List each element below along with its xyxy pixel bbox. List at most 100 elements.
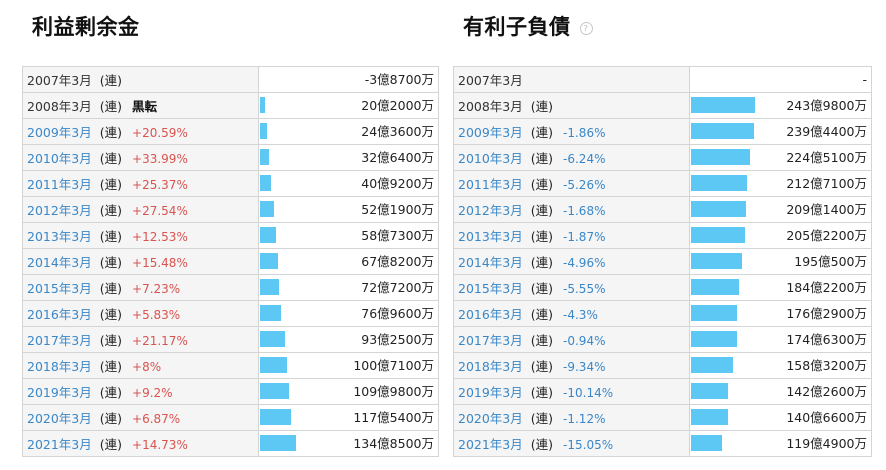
period-label[interactable]: 2015年3月 [458,281,523,296]
change-rate: -5.26% [563,178,606,192]
period-label[interactable]: 2012年3月 [458,203,523,218]
period-cell: 2010年3月 (連) -6.24% [453,144,690,171]
value-cell: 52億1900万 [258,196,439,223]
value-amount: 243億9800万 [786,98,867,113]
consolidated-label: (連) [530,125,554,140]
period-label[interactable]: 2019年3月 [27,385,92,400]
change-rate: -15.05% [563,438,614,452]
value-amount: 76億9600万 [361,306,434,321]
value-bar [691,123,754,139]
value-cell: 32億6400万 [258,144,439,171]
table-row: 2019年3月 (連) -10.14% 142億2600万 [453,378,872,405]
period-cell: 2019年3月 (連) +9.2% [22,378,259,405]
period-label[interactable]: 2013年3月 [27,229,92,244]
period-cell: 2020年3月 (連) -1.12% [453,404,690,431]
period-cell: 2011年3月 (連) +25.37% [22,170,259,197]
value-amount: 140億6600万 [786,410,867,425]
value-amount: 100億7100万 [353,358,434,373]
value-bar [691,331,737,347]
consolidated-label: (連) [99,281,123,296]
table-row: 2020年3月 (連) -1.12% 140億6600万 [453,404,872,431]
value-cell: -3億8700万 [258,66,439,93]
value-amount: 93億2500万 [361,332,434,347]
table-row: 2014年3月 (連) +15.48% 67億8200万 [22,248,439,275]
value-amount: 20億2000万 [361,98,434,113]
change-rate: +20.59% [132,126,188,140]
value-cell: 100億7100万 [258,352,439,379]
period-label[interactable]: 2010年3月 [458,151,523,166]
change-rate: -0.94% [563,334,606,348]
value-cell: 205億2200万 [689,222,872,249]
value-cell: 72億7200万 [258,274,439,301]
table-row: 2012年3月 (連) -1.68% 209億1400万 [453,196,872,223]
period-cell: 2008年3月 (連) [453,92,690,119]
value-bar [260,149,269,165]
value-bar [691,97,755,113]
period-label[interactable]: 2021年3月 [27,437,92,452]
period-label[interactable]: 2021年3月 [458,437,523,452]
value-cell: 20億2000万 [258,92,439,119]
value-amount: 109億9800万 [353,384,434,399]
value-amount: 224億5100万 [786,150,867,165]
consolidated-label: (連) [530,307,554,322]
table-row: 2008年3月 (連) 黒転 20億2000万 [22,92,439,119]
period-label[interactable]: 2009年3月 [458,125,523,140]
value-cell: 40億9200万 [258,170,439,197]
value-amount: 72億7200万 [361,280,434,295]
table-row: 2018年3月 (連) -9.34% 158億3200万 [453,352,872,379]
period-label[interactable]: 2018年3月 [27,359,92,374]
consolidated-label: (連) [530,437,554,452]
change-rate: 黒転 [132,99,158,114]
period-label[interactable]: 2015年3月 [27,281,92,296]
consolidated-label: (連) [530,385,554,400]
value-cell: 184億2200万 [689,274,872,301]
value-bar [260,97,265,113]
period-label[interactable]: 2016年3月 [458,307,523,322]
period-label[interactable]: 2020年3月 [458,411,523,426]
period-label[interactable]: 2020年3月 [27,411,92,426]
table-row: 2009年3月 (連) +20.59% 24億3600万 [22,118,439,145]
value-bar [691,305,737,321]
change-rate: -4.3% [563,308,598,322]
consolidated-label: (連) [99,385,123,400]
value-bar [260,123,267,139]
period-cell: 2009年3月 (連) -1.86% [453,118,690,145]
change-rate: +15.48% [132,256,188,270]
period-cell: 2009年3月 (連) +20.59% [22,118,259,145]
table-row: 2015年3月 (連) +7.23% 72億7200万 [22,274,439,301]
change-rate: +21.17% [132,334,188,348]
value-cell: 224億5100万 [689,144,872,171]
value-amount: 58億7300万 [361,228,434,243]
table-row: 2010年3月 (連) -6.24% 224億5100万 [453,144,872,171]
change-rate: +8% [132,360,162,374]
value-bar [260,435,296,451]
table-row: 2010年3月 (連) +33.99% 32億6400万 [22,144,439,171]
value-bar [260,227,276,243]
period-label[interactable]: 2019年3月 [458,385,523,400]
table-row: 2013年3月 (連) -1.87% 205億2200万 [453,222,872,249]
question-circle-icon[interactable]: ? [579,21,593,35]
value-amount: 184億2200万 [786,280,867,295]
interest-bearing-debt-title: 有利子負債 [463,15,571,39]
period-label[interactable]: 2011年3月 [27,177,92,192]
period-cell: 2013年3月 (連) +12.53% [22,222,259,249]
period-cell: 2015年3月 (連) -5.55% [453,274,690,301]
period-label[interactable]: 2017年3月 [458,333,523,348]
period-label[interactable]: 2014年3月 [458,255,523,270]
period-label[interactable]: 2013年3月 [458,229,523,244]
consolidated-label: (連) [99,151,123,166]
period-label[interactable]: 2012年3月 [27,203,92,218]
period-label[interactable]: 2009年3月 [27,125,92,140]
period-label: 2007年3月 [458,73,523,88]
period-label[interactable]: 2017年3月 [27,333,92,348]
period-label[interactable]: 2011年3月 [458,177,523,192]
period-cell: 2014年3月 (連) -4.96% [453,248,690,275]
period-label[interactable]: 2018年3月 [458,359,523,374]
period-label[interactable]: 2016年3月 [27,307,92,322]
period-label[interactable]: 2014年3月 [27,255,92,270]
table-row: 2014年3月 (連) -4.96% 195億500万 [453,248,872,275]
value-bar [691,357,733,373]
period-cell: 2015年3月 (連) +7.23% [22,274,259,301]
period-label[interactable]: 2010年3月 [27,151,92,166]
consolidated-label: (連) [530,203,554,218]
